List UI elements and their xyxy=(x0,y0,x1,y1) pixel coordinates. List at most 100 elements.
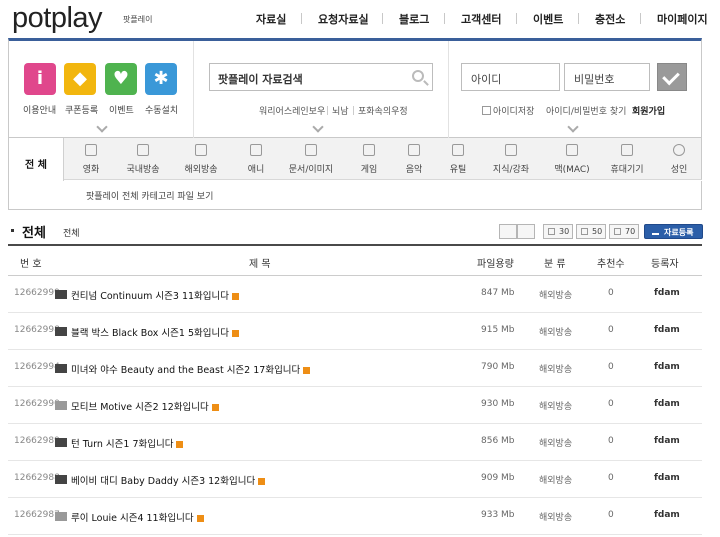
join-link[interactable]: 회원가입 xyxy=(632,104,665,117)
search-icon[interactable] xyxy=(412,70,424,82)
grid-view-button[interactable] xyxy=(499,224,517,239)
col-header-number: 번 호 xyxy=(20,259,42,270)
post-title-link[interactable]: 턴 Turn 시즌1 7화입니다 xyxy=(71,436,184,450)
category-game[interactable]: 게임 xyxy=(347,138,391,180)
table-row[interactable]: 12662999 컨티넘 Continuum 시즌3 11화입니다 847 Mb… xyxy=(8,276,702,313)
quick-label-coupon[interactable]: 쿠폰등록 xyxy=(65,103,98,116)
chevron-down-icon[interactable] xyxy=(567,121,579,133)
new-badge-icon xyxy=(196,515,204,522)
nav-item-event[interactable]: 이벤트 xyxy=(533,11,563,27)
keyword-separator xyxy=(353,106,354,115)
section-breadcrumb: 전체 xyxy=(63,229,80,239)
phone-icon xyxy=(621,144,633,156)
heart-icon[interactable]: ♥ xyxy=(105,63,137,95)
gear-icon[interactable]: ✱ xyxy=(145,63,177,95)
uploader-link[interactable]: fdam xyxy=(654,362,680,372)
save-id-checkbox[interactable] xyxy=(482,106,491,115)
nav-separator xyxy=(578,13,579,24)
save-id-label[interactable]: 아이디저장 xyxy=(493,104,534,117)
section-title: 전체 xyxy=(22,226,46,241)
table-row[interactable]: 12662994 미녀와 야수 Beauty and the Beast 시즌2… xyxy=(8,350,702,387)
col-header-user: 등록자 xyxy=(651,259,679,270)
category-domestic[interactable]: 국내방송 xyxy=(117,138,169,180)
category-all-tab[interactable]: 전 체 xyxy=(8,138,64,181)
nav-item-mypage[interactable]: 마이페이지 xyxy=(657,11,708,27)
chevron-down-icon[interactable] xyxy=(312,121,324,133)
nav-item-blog[interactable]: 블로그 xyxy=(399,11,429,27)
uploader-link[interactable]: fdam xyxy=(654,510,680,520)
table-row[interactable]: 12662988 베이비 대디 Baby Daddy 시즌3 12화입니다 90… xyxy=(8,461,702,498)
site-logo[interactable]: potplay xyxy=(12,2,103,35)
page-size-70-button[interactable]: 70 xyxy=(609,224,639,239)
list-view-button[interactable] xyxy=(517,224,535,239)
uploader-link[interactable]: fdam xyxy=(654,288,680,298)
uploader-link[interactable]: fdam xyxy=(654,436,680,446)
tools-icon xyxy=(452,144,464,156)
search-placeholder: 팟플레이 자료검색 xyxy=(218,73,303,86)
upload-icon xyxy=(652,228,659,235)
new-badge-icon xyxy=(232,293,240,300)
table-row[interactable]: 12662987 루이 Louie 시즌4 11화입니다 933 Mb 해외방송… xyxy=(8,498,702,535)
post-title-link[interactable]: 베이비 대디 Baby Daddy 시즌3 12화입니다 xyxy=(71,473,266,487)
upload-button[interactable]: 자료등록 xyxy=(644,224,703,239)
category-mobile[interactable]: 휴대기기 xyxy=(599,138,655,180)
category-lecture[interactable]: 지식/강좌 xyxy=(483,138,539,180)
nav-item-request[interactable]: 요청자료실 xyxy=(318,11,369,27)
uploader-link[interactable]: fdam xyxy=(654,325,680,335)
table-row[interactable]: 12662989 턴 Turn 시즌1 7화입니다 856 Mb 해외방송 0 … xyxy=(8,424,702,461)
video-icon xyxy=(55,364,67,373)
page-size-30-button[interactable]: 30 xyxy=(543,224,573,239)
search-input[interactable]: 팟플레이 자료검색 xyxy=(209,63,433,91)
category-overseas[interactable]: 해외방송 xyxy=(173,138,229,180)
nav-item-archive[interactable]: 자료실 xyxy=(256,11,286,27)
new-badge-icon xyxy=(231,330,239,337)
password-field[interactable]: 비밀번호 xyxy=(564,63,650,91)
category-music[interactable]: 음악 xyxy=(392,138,436,180)
keyword-separator xyxy=(327,106,328,115)
movie-icon xyxy=(85,144,97,156)
post-title-link[interactable]: 컨티넘 Continuum 시즌3 11화입니다 xyxy=(71,288,240,302)
post-title-link[interactable]: 모티브 Motive 시즌2 12화입니다 xyxy=(71,399,219,413)
globe-tv-icon xyxy=(195,144,207,156)
category-anime[interactable]: 애니 xyxy=(231,138,281,180)
keyword-link[interactable]: 워리어스레인보우 xyxy=(259,104,325,117)
gamepad-icon xyxy=(363,144,375,156)
video-icon xyxy=(55,512,67,521)
keyword-link[interactable]: 뇌남 xyxy=(332,104,349,117)
chevron-down-icon[interactable] xyxy=(96,121,108,133)
table-row[interactable]: 12662998 블랙 박스 Black Box 시즌1 5화입니다 915 M… xyxy=(8,313,702,350)
category-movie[interactable]: 영화 xyxy=(65,138,117,180)
category-adult[interactable]: 성인 xyxy=(655,138,703,180)
section-bullet xyxy=(11,229,14,232)
nav-separator xyxy=(516,13,517,24)
info-icon[interactable]: i xyxy=(24,63,56,95)
apple-icon xyxy=(566,144,578,156)
table-header: 번 호 제 목 파일용량 분 류 추천수 등록자 xyxy=(8,244,702,276)
uploader-link[interactable]: fdam xyxy=(654,473,680,483)
post-title-link[interactable]: 블랙 박스 Black Box 시즌1 5화입니다 xyxy=(71,325,239,339)
quick-label-guide[interactable]: 이용안내 xyxy=(23,103,56,116)
page-size-50-button[interactable]: 50 xyxy=(576,224,606,239)
keyword-link[interactable]: 포화속의우정 xyxy=(358,104,408,117)
category-utility[interactable]: 유틸 xyxy=(436,138,480,180)
post-title-link[interactable]: 루이 Louie 시즌4 11화입니다 xyxy=(71,510,204,524)
video-icon xyxy=(55,401,67,410)
category-mac[interactable]: 맥(MAC) xyxy=(539,138,605,180)
site-header: potplay 팟플레이 자료실 요청자료실 블로그 고객센터 이벤트 충전소 … xyxy=(0,0,720,38)
nav-separator xyxy=(640,13,641,24)
quick-label-install[interactable]: 수동설치 xyxy=(145,103,178,116)
category-document[interactable]: 문서/이미지 xyxy=(279,138,343,180)
anime-icon xyxy=(250,144,262,156)
find-account-link[interactable]: 아이디/비밀번호 찾기 xyxy=(546,104,626,117)
nav-item-support[interactable]: 고객센터 xyxy=(461,11,501,27)
uploader-link[interactable]: fdam xyxy=(654,399,680,409)
login-button[interactable] xyxy=(657,63,687,91)
nav-separator xyxy=(444,13,445,24)
tag-icon[interactable]: ◆ xyxy=(64,63,96,95)
table-row[interactable]: 12662990 모티브 Motive 시즌2 12화입니다 930 Mb 해외… xyxy=(8,387,702,424)
quick-label-event[interactable]: 이벤트 xyxy=(109,103,134,116)
video-icon xyxy=(55,327,67,336)
nav-item-charge[interactable]: 충전소 xyxy=(595,11,625,27)
post-title-link[interactable]: 미녀와 야수 Beauty and the Beast 시즌2 17화입니다 xyxy=(71,362,311,376)
id-field[interactable]: 아이디 xyxy=(461,63,560,91)
